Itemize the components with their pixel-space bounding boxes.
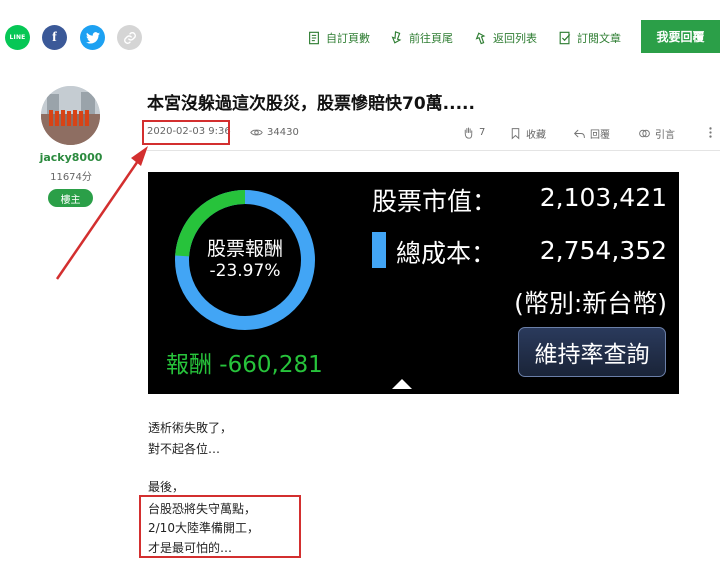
reply-label: 回覆 <box>590 130 610 141</box>
expand-up-icon <box>392 379 412 389</box>
market-value-label: 股票市值： <box>372 187 498 216</box>
more-vertical-icon <box>709 127 712 138</box>
reply-button[interactable]: 我要回覆 <box>641 20 720 53</box>
bookmark-label: 收藏 <box>526 130 546 141</box>
twitter-share-button[interactable] <box>80 25 105 50</box>
post-title: 本宮沒躲過這次股災，股票慘賠快70萬..... <box>147 94 475 114</box>
document-icon <box>309 31 319 45</box>
return-percent: -23.97% <box>209 261 281 281</box>
link-icon <box>123 31 136 44</box>
text-highlight-box <box>139 495 301 558</box>
reply-button-label: 我要回覆 <box>656 30 705 44</box>
go-to-end-label: 前往頁尾 <box>409 32 453 45</box>
currency-note: (幣別:新台幣) <box>514 289 667 318</box>
more-options-button[interactable] <box>704 126 717 139</box>
quote-icon <box>639 129 650 138</box>
view-count: 34430 <box>250 126 299 139</box>
avatar[interactable] <box>41 86 100 145</box>
line-share-label: LINE <box>9 34 26 41</box>
view-count-text: 34430 <box>267 127 299 138</box>
stock-summary-image: 股票報酬 -23.97% 報酬 -660,281 股票市值： 2,103,421… <box>148 172 679 394</box>
body-line-2: 對不起各位… <box>148 442 221 456</box>
arrow-head <box>131 146 148 166</box>
twitter-icon <box>85 31 100 44</box>
custom-pages-link[interactable]: 自訂頁數 <box>307 30 370 46</box>
cost-legend-swatch <box>372 232 386 268</box>
author-points: 11674分 <box>50 172 92 183</box>
bookmark-icon <box>511 128 520 140</box>
subscribe-article-label: 訂閱文章 <box>577 32 621 45</box>
meta-divider <box>147 150 720 151</box>
quote-label: 引言 <box>655 130 675 141</box>
bookmark-button[interactable]: 收藏 <box>509 126 546 141</box>
custom-pages-label: 自訂頁數 <box>326 32 370 45</box>
gp-count: 7 <box>479 127 486 138</box>
margin-ratio-button: 維持率查詢 <box>518 327 666 377</box>
total-cost-label: 總成本： <box>396 239 497 268</box>
go-to-end-link[interactable]: 前往頁尾 <box>390 30 453 46</box>
body-line-1: 透析術失敗了， <box>148 421 233 435</box>
facebook-share-button[interactable]: f <box>42 25 67 50</box>
subscribe-icon <box>559 31 571 45</box>
reply-link[interactable]: 回覆 <box>573 126 610 141</box>
owner-badge: 樓主 <box>48 189 93 207</box>
line-share-button[interactable]: LINE <box>5 25 30 50</box>
total-cost: 2,754,352 <box>539 236 667 265</box>
facebook-icon: f <box>52 29 57 45</box>
back-to-list-label: 返回列表 <box>493 32 537 45</box>
subscribe-article-link[interactable]: 訂閱文章 <box>558 30 621 46</box>
gp-button[interactable]: 7 <box>462 126 485 139</box>
arrow-down-icon <box>391 31 402 44</box>
avatar-photo <box>41 86 100 145</box>
date-highlight-box <box>142 120 230 145</box>
market-value: 2,103,421 <box>539 183 667 212</box>
quote-button[interactable]: 引言 <box>638 126 675 141</box>
copy-link-button[interactable] <box>117 25 142 50</box>
hand-icon <box>464 127 473 139</box>
author-name[interactable]: jacky8000 <box>32 151 110 164</box>
body-line-4: 最後， <box>148 480 185 494</box>
return-amount: 報酬 -660,281 <box>166 352 323 378</box>
donut-title: 股票報酬 <box>206 238 283 260</box>
reply-icon <box>573 129 585 139</box>
back-to-list-link[interactable]: 返回列表 <box>474 30 537 46</box>
arrow-up-icon <box>475 32 486 45</box>
eye-icon <box>250 129 263 136</box>
